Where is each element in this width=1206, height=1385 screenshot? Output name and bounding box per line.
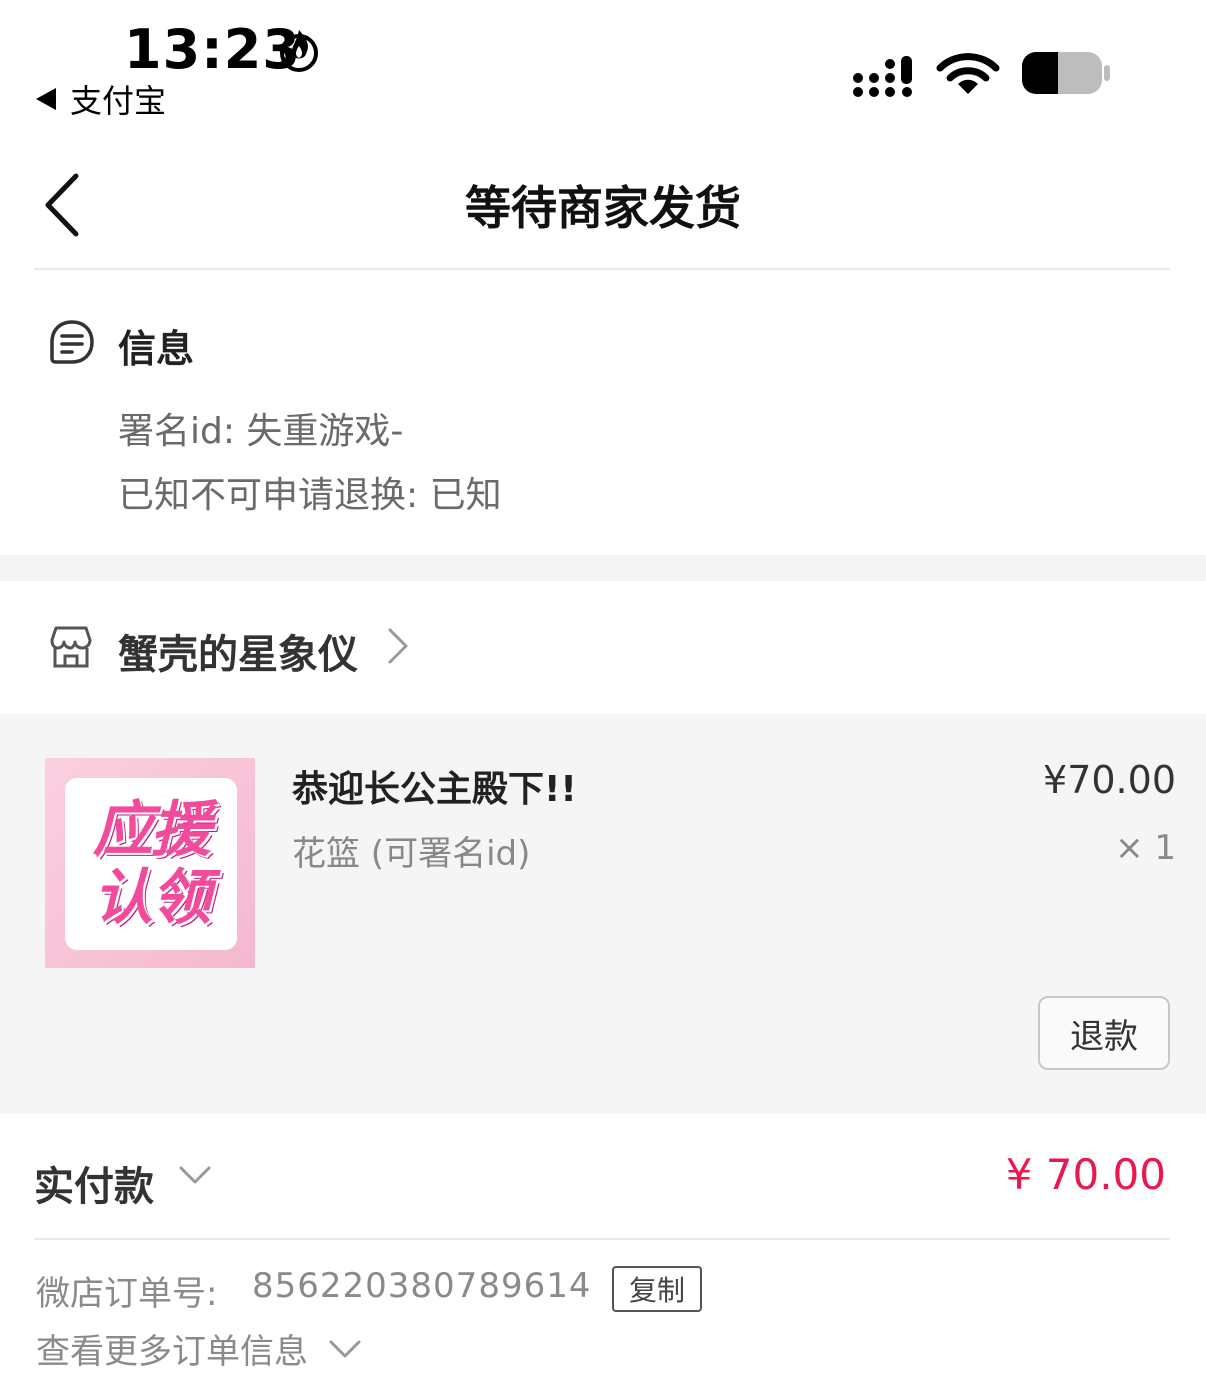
paid-amount: ¥ 70.00 xyxy=(1005,1150,1166,1199)
battery-icon xyxy=(1022,52,1110,94)
header-divider xyxy=(34,268,1170,270)
payment-divider xyxy=(34,1238,1170,1240)
product-spec: 花篮 (可署名id) xyxy=(292,834,531,874)
order-number: 856220380789614 xyxy=(252,1266,592,1306)
product-thumbnail[interactable]: 应援 认领 xyxy=(45,758,255,968)
more-info-label: 查看更多订单信息 xyxy=(36,1332,308,1372)
message-note-icon xyxy=(50,320,94,364)
shop-icon[interactable] xyxy=(48,624,94,670)
page-title: 等待商家发货 xyxy=(465,181,741,235)
product-price: ¥70.00 xyxy=(1043,758,1176,802)
back-triangle-icon xyxy=(36,88,56,110)
copy-button[interactable]: 复制 xyxy=(612,1266,702,1312)
status-time: 13:23 xyxy=(124,18,301,81)
paid-amount-label[interactable]: 实付款 xyxy=(34,1154,154,1212)
order-number-label: 微店订单号: xyxy=(36,1274,218,1314)
info-heading: 信息 xyxy=(118,327,195,371)
chevron-down-icon xyxy=(329,1340,361,1357)
store-name-link[interactable]: 蟹壳的星象仪 xyxy=(118,622,358,680)
info-line-signature: 署名id: 失重游戏- xyxy=(118,411,404,452)
info-line-no-return: 已知不可申请退换: 已知 xyxy=(118,475,502,516)
thumb-text-line1: 应援 xyxy=(93,795,211,865)
signal-icon xyxy=(853,56,912,97)
fire-icon xyxy=(280,30,318,72)
wifi-icon xyxy=(936,53,1000,94)
chevron-down-icon[interactable] xyxy=(178,1162,212,1188)
back-to-app-link[interactable]: 支付宝 xyxy=(36,76,166,122)
thumb-text-line2: 认领 xyxy=(93,863,211,933)
refund-button[interactable]: 退款 xyxy=(1038,996,1170,1070)
product-title[interactable]: 恭迎长公主殿下!! xyxy=(292,760,577,812)
section-gap xyxy=(0,555,1206,581)
product-quantity: × 1 xyxy=(1115,828,1176,868)
chevron-right-icon[interactable] xyxy=(386,626,410,666)
more-order-info-toggle[interactable]: 查看更多订单信息 xyxy=(36,1324,362,1373)
back-app-label: 支付宝 xyxy=(70,82,167,120)
